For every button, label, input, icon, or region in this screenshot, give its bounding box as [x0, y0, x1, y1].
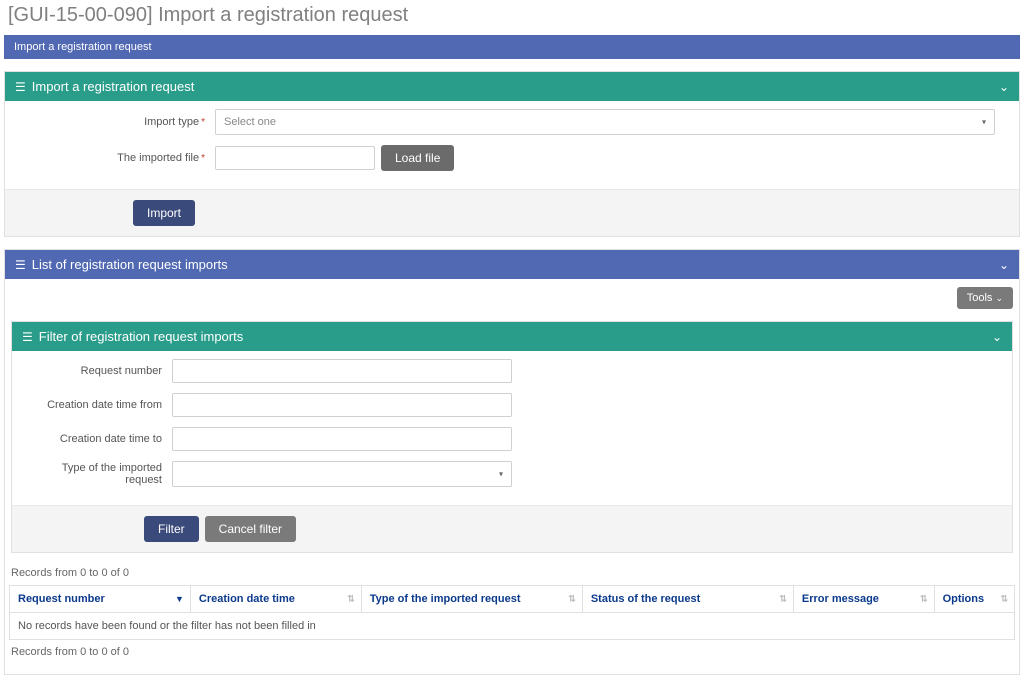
- th-error-message[interactable]: Error message ⇅: [793, 586, 934, 613]
- type-imported-label: Type of the imported request: [22, 462, 172, 486]
- breadcrumb: Import a registration request: [4, 35, 1020, 59]
- tools-button[interactable]: Tools ⌄: [957, 287, 1013, 309]
- form-row-import-type: Import type* Select one ▾: [15, 109, 1009, 135]
- th-status-request-label: Status of the request: [591, 593, 700, 605]
- form-row-creation-from: Creation date time from: [22, 393, 1002, 417]
- creation-from-label: Creation date time from: [22, 399, 172, 411]
- th-type-imported-request[interactable]: Type of the imported request ⇅: [361, 586, 582, 613]
- table-header-row: Request number ▼ Creation date time ⇅ Ty…: [10, 586, 1015, 613]
- panel-filter-body: Request number Creation date time from C…: [12, 351, 1012, 505]
- th-request-number[interactable]: Request number ▼: [10, 586, 191, 613]
- form-row-imported-file: The imported file* Load file: [15, 145, 1009, 171]
- sort-desc-icon: ▼: [175, 594, 184, 604]
- cancel-filter-button[interactable]: Cancel filter: [205, 516, 296, 542]
- page-title: [GUI-15-00-090] Import a registration re…: [0, 0, 1024, 35]
- data-table: Request number ▼ Creation date time ⇅ Ty…: [9, 585, 1015, 640]
- panel-import: ☰ Import a registration request ⌄ Import…: [4, 71, 1020, 237]
- imported-file-label-text: The imported file: [117, 152, 199, 164]
- panel-filter-footer: Filter Cancel filter: [12, 505, 1012, 552]
- import-type-dropdown[interactable]: Select one ▾: [215, 109, 995, 135]
- panel-list-body: Tools ⌄ ☰ Filter of registration request…: [5, 279, 1019, 664]
- hamburger-icon: ☰: [15, 81, 26, 93]
- th-status-request[interactable]: Status of the request ⇅: [582, 586, 793, 613]
- th-options[interactable]: Options ⇅: [934, 586, 1014, 613]
- th-creation-date-time[interactable]: Creation date time ⇅: [190, 586, 361, 613]
- panel-list-header[interactable]: ☰ List of registration request imports ⌄: [5, 250, 1019, 279]
- import-type-label-text: Import type: [144, 116, 199, 128]
- import-type-dropdown-placeholder: Select one: [224, 116, 276, 128]
- sort-icon: ⇅: [1000, 594, 1008, 605]
- chevron-down-icon[interactable]: ⌄: [992, 330, 1002, 344]
- records-top: Records from 0 to 0 of 0: [9, 561, 1015, 585]
- th-options-label: Options: [943, 593, 985, 605]
- required-marker: *: [201, 117, 205, 128]
- creation-to-input[interactable]: [172, 427, 512, 451]
- imported-file-input[interactable]: [215, 146, 375, 170]
- panel-filter-title: Filter of registration request imports: [39, 329, 243, 344]
- panel-list: ☰ List of registration request imports ⌄…: [4, 249, 1020, 675]
- panel-import-body: Import type* Select one ▾ The imported f…: [5, 101, 1019, 189]
- sort-icon: ⇅: [779, 594, 787, 605]
- type-imported-dropdown[interactable]: ▾: [172, 461, 512, 487]
- panel-filter: ☰ Filter of registration request imports…: [11, 321, 1013, 553]
- import-type-label: Import type*: [15, 116, 215, 128]
- request-number-label: Request number: [22, 365, 172, 377]
- panel-import-footer: Import: [5, 189, 1019, 236]
- tools-wrap: Tools ⌄: [5, 279, 1019, 313]
- table-empty-cell: No records have been found or the filter…: [10, 613, 1015, 640]
- hamburger-icon: ☰: [22, 331, 33, 343]
- caret-down-icon: ▾: [982, 118, 986, 127]
- import-button[interactable]: Import: [133, 200, 195, 226]
- panel-list-title: List of registration request imports: [32, 257, 228, 272]
- sort-icon: ⇅: [568, 594, 576, 605]
- panel-filter-header[interactable]: ☰ Filter of registration request imports…: [12, 322, 1012, 351]
- imported-file-label: The imported file*: [15, 152, 215, 164]
- sort-icon: ⇅: [920, 594, 928, 605]
- required-marker: *: [201, 153, 205, 164]
- caret-down-icon: ▾: [499, 470, 503, 479]
- request-number-input[interactable]: [172, 359, 512, 383]
- filter-button[interactable]: Filter: [144, 516, 199, 542]
- form-row-creation-to: Creation date time to: [22, 427, 1002, 451]
- th-error-message-label: Error message: [802, 593, 879, 605]
- records-bottom: Records from 0 to 0 of 0: [9, 640, 1015, 664]
- table-empty-row: No records have been found or the filter…: [10, 613, 1015, 640]
- creation-from-input[interactable]: [172, 393, 512, 417]
- caret-down-icon: ⌄: [995, 293, 1003, 303]
- load-file-button[interactable]: Load file: [381, 145, 454, 171]
- panel-import-title: Import a registration request: [32, 79, 195, 94]
- th-type-imported-request-label: Type of the imported request: [370, 593, 521, 605]
- th-request-number-label: Request number: [18, 593, 105, 605]
- chevron-down-icon[interactable]: ⌄: [999, 80, 1009, 94]
- form-row-request-number: Request number: [22, 359, 1002, 383]
- th-creation-date-time-label: Creation date time: [199, 593, 295, 605]
- sort-icon: ⇅: [347, 594, 355, 605]
- type-imported-dropdown-placeholder: [181, 468, 184, 480]
- hamburger-icon: ☰: [15, 259, 26, 271]
- chevron-down-icon[interactable]: ⌄: [999, 258, 1009, 272]
- form-row-type-imported: Type of the imported request ▾: [22, 461, 1002, 487]
- panel-import-header[interactable]: ☰ Import a registration request ⌄: [5, 72, 1019, 101]
- creation-to-label: Creation date time to: [22, 433, 172, 445]
- tools-button-label: Tools: [967, 292, 993, 304]
